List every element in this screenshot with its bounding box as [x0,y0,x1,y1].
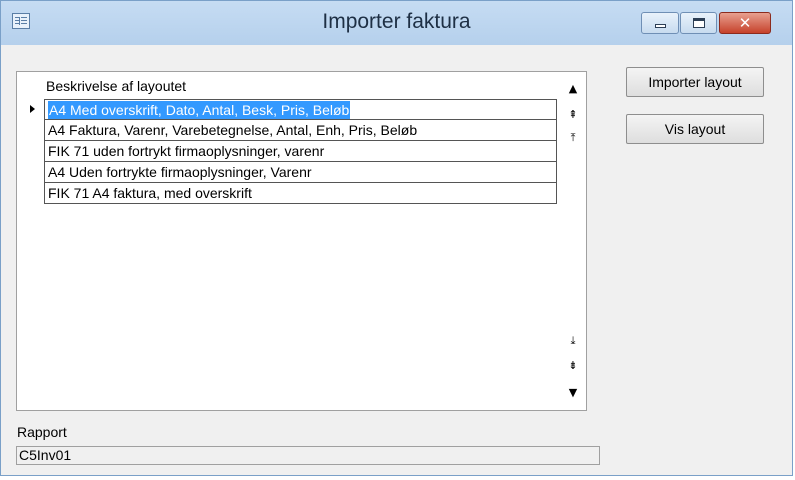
title-bar[interactable]: Importer faktura ✕ [1,1,792,45]
close-button[interactable]: ✕ [719,12,771,34]
dialog-window: Importer faktura ✕ Beskrivelse af layout… [0,0,793,476]
minimize-button[interactable] [641,12,679,34]
import-layout-button[interactable]: Importer layout [626,67,764,97]
row-text: FIK 71 uden fortrykt firmaoplysninger, v… [48,143,325,159]
scroll-down-icon[interactable]: ▼ [565,384,581,402]
page-down-icon[interactable]: ⇟ [565,357,581,375]
row-text: FIK 71 A4 faktura, med overskrift [48,185,252,201]
minimize-icon [655,24,666,28]
table-row[interactable]: FIK 71 A4 faktura, med overskrift [44,183,557,204]
rapport-label: Rapport [17,424,67,440]
row-text: A4 Faktura, Varenr, Varebetegnelse, Anta… [48,122,418,138]
scroll-bottom-icon[interactable]: ⤓ [565,332,581,350]
table-row[interactable]: A4 Uden fortrykte firmaoplysninger, Vare… [44,162,557,183]
maximize-icon [693,18,705,28]
column-header-description: Beskrivelse af layoutet [46,78,187,94]
page-up-icon[interactable]: ⇞ [565,106,581,124]
scroll-up-icon[interactable]: ▲ [565,80,581,98]
show-layout-button[interactable]: Vis layout [626,114,764,144]
layout-grid[interactable]: Beskrivelse af layoutet A4 Med overskrif… [16,71,587,411]
row-text: A4 Med overskrift, Dato, Antal, Besk, Pr… [48,101,351,119]
close-icon: ✕ [738,14,752,32]
rapport-field[interactable]: C5Inv01 [16,446,600,465]
scroll-top-icon[interactable]: ⤒ [565,129,581,147]
row-text: A4 Uden fortrykte firmaoplysninger, Vare… [48,164,312,180]
table-row[interactable]: FIK 71 uden fortrykt firmaoplysninger, v… [44,141,557,162]
table-row[interactable]: A4 Med overskrift, Dato, Antal, Besk, Pr… [44,99,557,120]
table-row[interactable]: A4 Faktura, Varenr, Varebetegnelse, Anta… [44,120,557,141]
current-row-indicator-icon [30,105,35,113]
maximize-button[interactable] [680,12,717,34]
